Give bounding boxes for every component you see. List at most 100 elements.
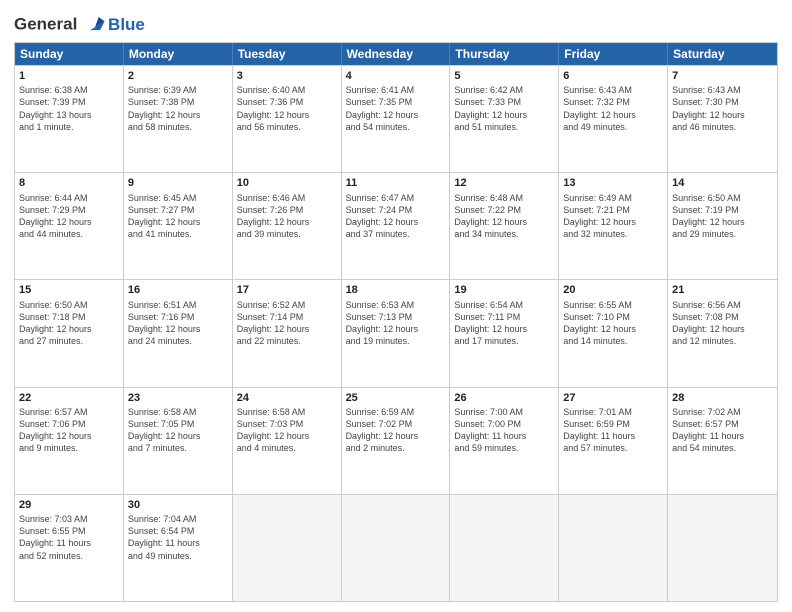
calendar-cell-24: 24Sunrise: 6:58 AM Sunset: 7:03 PM Dayli… (233, 388, 342, 494)
calendar-body: 1Sunrise: 6:38 AM Sunset: 7:39 PM Daylig… (15, 65, 777, 601)
day-number: 16 (128, 283, 228, 297)
day-info: Sunrise: 6:43 AM Sunset: 7:32 PM Dayligh… (563, 84, 663, 133)
day-number: 23 (128, 391, 228, 405)
day-number: 2 (128, 69, 228, 83)
day-number: 9 (128, 176, 228, 190)
day-number: 12 (454, 176, 554, 190)
calendar-cell-empty (668, 495, 777, 601)
calendar-cell-8: 8Sunrise: 6:44 AM Sunset: 7:29 PM Daylig… (15, 173, 124, 279)
calendar-row-5: 29Sunrise: 7:03 AM Sunset: 6:55 PM Dayli… (15, 494, 777, 601)
calendar-cell-17: 17 Sunrise: 6:52 AM Sunset: 7:14 PM Dayli… (233, 280, 342, 386)
day-number: 14 (672, 176, 773, 190)
calendar-cell-15: 15Sunrise: 6:50 AM Sunset: 7:18 PM Dayli… (15, 280, 124, 386)
day-info: Sunrise: 7:01 AM Sunset: 6:59 PM Dayligh… (563, 406, 663, 455)
day-number: 3 (237, 69, 337, 83)
calendar-cell-13: 13 Sunrise: 6:49 AM Sunset: 7:21 PM Dayli… (559, 173, 668, 279)
calendar-cell-18: 18 Sunrise: 6:53 AM Sunset: 7:13 PM Dayli… (342, 280, 451, 386)
day-info: Sunrise: 6:56 AM Sunset: 7:08 PM Dayligh… (672, 299, 773, 348)
day-info: Sunrise: 6:59 AM Sunset: 7:02 PM Dayligh… (346, 406, 446, 455)
day-info: Sunrise: 6:49 AM Sunset: 7:21 PM Dayligh… (563, 192, 663, 241)
day-number: 24 (237, 391, 337, 405)
weekday-header-monday: Monday (124, 43, 233, 65)
calendar-cell-empty (233, 495, 342, 601)
weekday-header-saturday: Saturday (668, 43, 777, 65)
calendar-cell-28: 28Sunrise: 7:02 AM Sunset: 6:57 PM Dayli… (668, 388, 777, 494)
weekday-header-friday: Friday (559, 43, 668, 65)
day-info: Sunrise: 7:04 AM Sunset: 6:54 PM Dayligh… (128, 513, 228, 562)
day-number: 27 (563, 391, 663, 405)
calendar-cell-7: 7Sunrise: 6:43 AM Sunset: 7:30 PM Daylig… (668, 66, 777, 172)
calendar-cell-5: 5Sunrise: 6:42 AM Sunset: 7:33 PM Daylig… (450, 66, 559, 172)
day-number: 19 (454, 283, 554, 297)
day-number: 30 (128, 498, 228, 512)
day-info: Sunrise: 7:00 AM Sunset: 7:00 PM Dayligh… (454, 406, 554, 455)
calendar-cell-21: 21Sunrise: 6:56 AM Sunset: 7:08 PM Dayli… (668, 280, 777, 386)
calendar-cell-empty (342, 495, 451, 601)
calendar-cell-14: 14 Sunrise: 6:50 AM Sunset: 7:19 PM Dayli… (668, 173, 777, 279)
day-info: Sunrise: 7:03 AM Sunset: 6:55 PM Dayligh… (19, 513, 119, 562)
day-number: 13 (563, 176, 663, 190)
calendar-cell-6: 6Sunrise: 6:43 AM Sunset: 7:32 PM Daylig… (559, 66, 668, 172)
calendar-cell-23: 23Sunrise: 6:58 AM Sunset: 7:05 PM Dayli… (124, 388, 233, 494)
day-info: Sunrise: 6:46 AM Sunset: 7:26 PM Dayligh… (237, 192, 337, 241)
day-number: 17 (237, 283, 337, 297)
day-info: Sunrise: 6:40 AM Sunset: 7:36 PM Dayligh… (237, 84, 337, 133)
day-info: Sunrise: 6:52 AM Sunset: 7:14 PM Dayligh… (237, 299, 337, 348)
day-info: Sunrise: 6:57 AM Sunset: 7:06 PM Dayligh… (19, 406, 119, 455)
calendar-cell-19: 19 Sunrise: 6:54 AM Sunset: 7:11 PM Dayli… (450, 280, 559, 386)
day-number: 6 (563, 69, 663, 83)
day-info: Sunrise: 6:45 AM Sunset: 7:27 PM Dayligh… (128, 192, 228, 241)
day-info: Sunrise: 6:55 AM Sunset: 7:10 PM Dayligh… (563, 299, 663, 348)
calendar-cell-2: 2Sunrise: 6:39 AM Sunset: 7:38 PM Daylig… (124, 66, 233, 172)
calendar-cell-10: 10 Sunrise: 6:46 AM Sunset: 7:26 PM Dayli… (233, 173, 342, 279)
day-number: 5 (454, 69, 554, 83)
weekday-header-wednesday: Wednesday (342, 43, 451, 65)
day-number: 11 (346, 176, 446, 190)
day-info: Sunrise: 7:02 AM Sunset: 6:57 PM Dayligh… (672, 406, 773, 455)
calendar-cell-22: 22Sunrise: 6:57 AM Sunset: 7:06 PM Dayli… (15, 388, 124, 494)
day-info: Sunrise: 6:53 AM Sunset: 7:13 PM Dayligh… (346, 299, 446, 348)
day-info: Sunrise: 6:54 AM Sunset: 7:11 PM Dayligh… (454, 299, 554, 348)
calendar-cell-26: 26Sunrise: 7:00 AM Sunset: 7:00 PM Dayli… (450, 388, 559, 494)
day-number: 8 (19, 176, 119, 190)
day-info: Sunrise: 6:41 AM Sunset: 7:35 PM Dayligh… (346, 84, 446, 133)
calendar-cell-1: 1Sunrise: 6:38 AM Sunset: 7:39 PM Daylig… (15, 66, 124, 172)
calendar-cell-20: 20 Sunrise: 6:55 AM Sunset: 7:10 PM Dayli… (559, 280, 668, 386)
calendar-cell-3: 3Sunrise: 6:40 AM Sunset: 7:36 PM Daylig… (233, 66, 342, 172)
day-number: 4 (346, 69, 446, 83)
day-info: Sunrise: 6:58 AM Sunset: 7:03 PM Dayligh… (237, 406, 337, 455)
day-info: Sunrise: 6:43 AM Sunset: 7:30 PM Dayligh… (672, 84, 773, 133)
day-number: 20 (563, 283, 663, 297)
day-number: 22 (19, 391, 119, 405)
weekday-header-sunday: Sunday (15, 43, 124, 65)
weekday-header-thursday: Thursday (450, 43, 559, 65)
calendar-cell-16: 16 Sunrise: 6:51 AM Sunset: 7:16 PM Dayli… (124, 280, 233, 386)
calendar-cell-27: 27Sunrise: 7:01 AM Sunset: 6:59 PM Dayli… (559, 388, 668, 494)
day-number: 29 (19, 498, 119, 512)
calendar-cell-25: 25Sunrise: 6:59 AM Sunset: 7:02 PM Dayli… (342, 388, 451, 494)
calendar-cell-9: 9 Sunrise: 6:45 AM Sunset: 7:27 PM Daylig… (124, 173, 233, 279)
calendar-row-4: 22Sunrise: 6:57 AM Sunset: 7:06 PM Dayli… (15, 387, 777, 494)
day-number: 28 (672, 391, 773, 405)
day-number: 25 (346, 391, 446, 405)
day-number: 18 (346, 283, 446, 297)
day-number: 26 (454, 391, 554, 405)
calendar-cell-12: 12Sunrise: 6:48 AM Sunset: 7:22 PM Dayli… (450, 173, 559, 279)
calendar-cell-11: 11 Sunrise: 6:47 AM Sunset: 7:24 PM Dayli… (342, 173, 451, 279)
calendar-cell-30: 30Sunrise: 7:04 AM Sunset: 6:54 PM Dayli… (124, 495, 233, 601)
calendar-row-3: 15Sunrise: 6:50 AM Sunset: 7:18 PM Dayli… (15, 279, 777, 386)
calendar-cell-empty (450, 495, 559, 601)
day-number: 15 (19, 283, 119, 297)
day-info: Sunrise: 6:47 AM Sunset: 7:24 PM Dayligh… (346, 192, 446, 241)
day-info: Sunrise: 6:38 AM Sunset: 7:39 PM Dayligh… (19, 84, 119, 133)
day-number: 10 (237, 176, 337, 190)
day-info: Sunrise: 6:51 AM Sunset: 7:16 PM Dayligh… (128, 299, 228, 348)
logo: General Blue (14, 14, 145, 36)
page-header: General Blue (14, 10, 778, 36)
day-info: Sunrise: 6:42 AM Sunset: 7:33 PM Dayligh… (454, 84, 554, 133)
day-info: Sunrise: 6:50 AM Sunset: 7:19 PM Dayligh… (672, 192, 773, 241)
calendar-cell-empty (559, 495, 668, 601)
calendar: SundayMondayTuesdayWednesdayThursdayFrid… (14, 42, 778, 602)
calendar-header: SundayMondayTuesdayWednesdayThursdayFrid… (15, 43, 777, 65)
weekday-header-tuesday: Tuesday (233, 43, 342, 65)
